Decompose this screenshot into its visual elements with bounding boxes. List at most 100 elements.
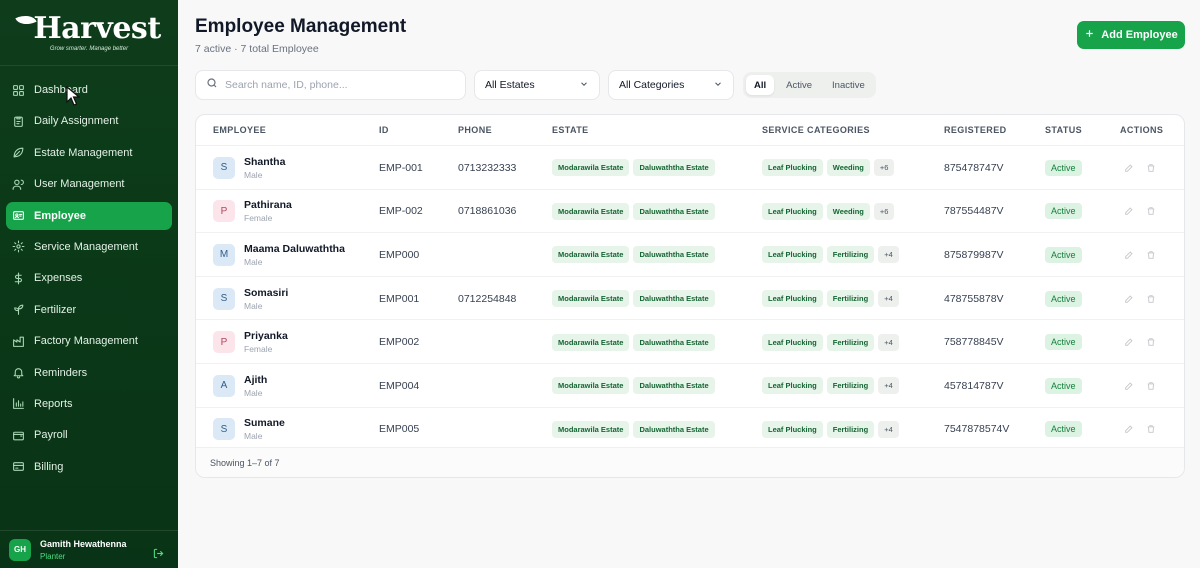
employee-name[interactable]: Sumane	[244, 417, 285, 429]
employee-gender: Male	[244, 169, 263, 180]
table-row[interactable]: S Sumane Male EMP005 Modarawila Estate Daluwa…	[196, 408, 1184, 452]
table-row[interactable]: S Somasiri Male EMP001 0712254848 Modarawila …	[196, 277, 1184, 321]
sidebar-item-fertilizer[interactable]: Fertilizer	[6, 296, 172, 324]
sidebar-item-reports[interactable]: Reports	[6, 390, 172, 418]
edit-icon[interactable]	[1124, 163, 1134, 173]
column-header[interactable]: PHONE	[458, 125, 492, 135]
employee-cell: P Pathirana Female	[213, 190, 292, 234]
sidebar-item-daily-assignment[interactable]: Daily Assignment	[6, 107, 172, 135]
more-categories-badge[interactable]: +6	[873, 202, 895, 220]
employee-name[interactable]: Somasiri	[244, 287, 288, 299]
estate-select[interactable]: All Estates	[474, 70, 600, 100]
sidebar-item-label: Expenses	[34, 272, 83, 285]
status-badge: Active	[1045, 334, 1082, 351]
delete-icon[interactable]	[1146, 250, 1156, 260]
sidebar-item-expenses[interactable]: Expenses	[6, 264, 172, 292]
edit-icon[interactable]	[1124, 381, 1134, 391]
category-tag: Fertilizing	[826, 290, 875, 308]
sidebar-item-reminders[interactable]: Reminders	[6, 359, 172, 387]
employee-name[interactable]: Maama Daluwaththa	[244, 243, 345, 255]
status-badge: Active	[1045, 203, 1082, 220]
brand-logo[interactable]: Harvest Grow smarter. Manage better	[0, 0, 178, 66]
column-header[interactable]: REGISTERED	[944, 125, 1007, 135]
tab-all[interactable]: All	[746, 75, 775, 95]
search-input[interactable]	[225, 79, 445, 91]
delete-icon[interactable]	[1146, 163, 1156, 173]
more-categories-badge[interactable]: +4	[878, 246, 899, 264]
tab-active[interactable]: Active	[778, 75, 820, 95]
edit-icon[interactable]	[1124, 206, 1134, 216]
category-tag: Leaf Plucking	[762, 333, 823, 351]
employee-gender: Male	[244, 431, 263, 442]
sidebar-item-user-management[interactable]: User Management	[6, 170, 172, 198]
table-row[interactable]: M Maama Daluwaththa Male EMP000 Modarawila E…	[196, 233, 1184, 277]
delete-icon[interactable]	[1146, 206, 1156, 216]
edit-icon[interactable]	[1124, 337, 1134, 347]
sidebar-item-employee[interactable]: Employee	[6, 201, 172, 230]
table-row[interactable]: A Ajith Male EMP004 Modarawila Estate Daluwat…	[196, 364, 1184, 408]
more-categories-badge[interactable]: +4	[878, 377, 899, 395]
wallet-icon	[12, 429, 25, 442]
sidebar-item-service-management[interactable]: Service Management	[6, 233, 172, 261]
sidebar-item-factory-management[interactable]: Factory Management	[6, 327, 172, 355]
employee-avatar: P	[213, 331, 235, 354]
search-icon	[206, 76, 218, 94]
more-categories-badge[interactable]: +4	[878, 290, 899, 308]
more-categories-badge[interactable]: +6	[873, 159, 895, 177]
edit-icon[interactable]	[1124, 424, 1134, 434]
employee-name[interactable]: Ajith	[244, 374, 267, 386]
employee-avatar: P	[213, 200, 235, 223]
clipboard-icon	[12, 115, 25, 128]
id-card-icon	[12, 209, 25, 222]
user-profile[interactable]: GH Gamith Hewathenna Planter	[0, 530, 178, 568]
category-tag: Leaf Plucking	[762, 420, 823, 438]
table-row[interactable]: S Shantha Male EMP-001 0713232333 Modarawila …	[196, 146, 1184, 190]
column-header[interactable]: ACTIONS	[1120, 125, 1163, 135]
table-header: EMPLOYEE ID PHONE ESTATE SERVICE CATEGORIES R…	[196, 115, 1184, 146]
bar-chart-icon	[12, 397, 25, 410]
table-row[interactable]: P Priyanka Female EMP002 Modarawila Estate Da…	[196, 320, 1184, 364]
employee-name[interactable]: Priyanka	[244, 330, 288, 342]
employee-name[interactable]: Shantha	[244, 156, 285, 168]
category-tag: Leaf Plucking	[762, 290, 823, 308]
category-tag: Leaf Plucking	[762, 202, 823, 220]
billing-icon	[12, 460, 25, 473]
employee-id: EMP005	[379, 423, 420, 436]
estate-tag: Modarawila Estate	[552, 377, 630, 395]
estate-tag: Modarawila Estate	[552, 202, 630, 220]
sidebar-item-dashboard[interactable]: Dashboard	[6, 76, 172, 104]
sidebar-item-payroll[interactable]: Payroll	[6, 421, 172, 449]
more-categories-badge[interactable]: +4	[878, 420, 899, 438]
registered-value: 875879987V	[944, 248, 1004, 261]
search-box[interactable]	[195, 70, 466, 100]
edit-icon[interactable]	[1124, 250, 1134, 260]
delete-icon[interactable]	[1146, 381, 1156, 391]
tab-inactive[interactable]: Inactive	[824, 75, 873, 95]
employee-avatar: A	[213, 374, 235, 397]
status-badge: Active	[1045, 377, 1082, 394]
column-header[interactable]: STATUS	[1045, 125, 1082, 135]
estate-tag: Modarawila Estate	[552, 420, 630, 438]
employee-info: Sumane Male	[244, 417, 285, 441]
more-categories-badge[interactable]: +4	[878, 333, 899, 351]
status-badge: Active	[1045, 246, 1082, 263]
sidebar-item-billing[interactable]: Billing	[6, 453, 172, 481]
estate-tag: Modarawila Estate	[552, 290, 630, 308]
employee-avatar: M	[213, 243, 235, 266]
employee-name[interactable]: Pathirana	[244, 199, 292, 211]
logout-icon[interactable]	[153, 546, 164, 564]
delete-icon[interactable]	[1146, 337, 1156, 347]
table-row[interactable]: P Pathirana Female EMP-002 0718861036 Modaraw…	[196, 190, 1184, 234]
category-select[interactable]: All Categories	[608, 70, 734, 100]
edit-icon[interactable]	[1124, 294, 1134, 304]
delete-icon[interactable]	[1146, 294, 1156, 304]
column-header[interactable]: SERVICE CATEGORIES	[762, 125, 870, 135]
add-employee-button[interactable]: Add Employee	[1077, 21, 1185, 49]
column-header[interactable]: EMPLOYEE	[213, 125, 266, 135]
delete-icon[interactable]	[1146, 424, 1156, 434]
employee-phone: 0712254848	[458, 292, 517, 305]
column-header[interactable]: ID	[379, 125, 389, 135]
sidebar-item-estate-management[interactable]: Estate Management	[6, 139, 172, 167]
sidebar-item-label: Payroll	[34, 429, 68, 442]
column-header[interactable]: ESTATE	[552, 125, 589, 135]
